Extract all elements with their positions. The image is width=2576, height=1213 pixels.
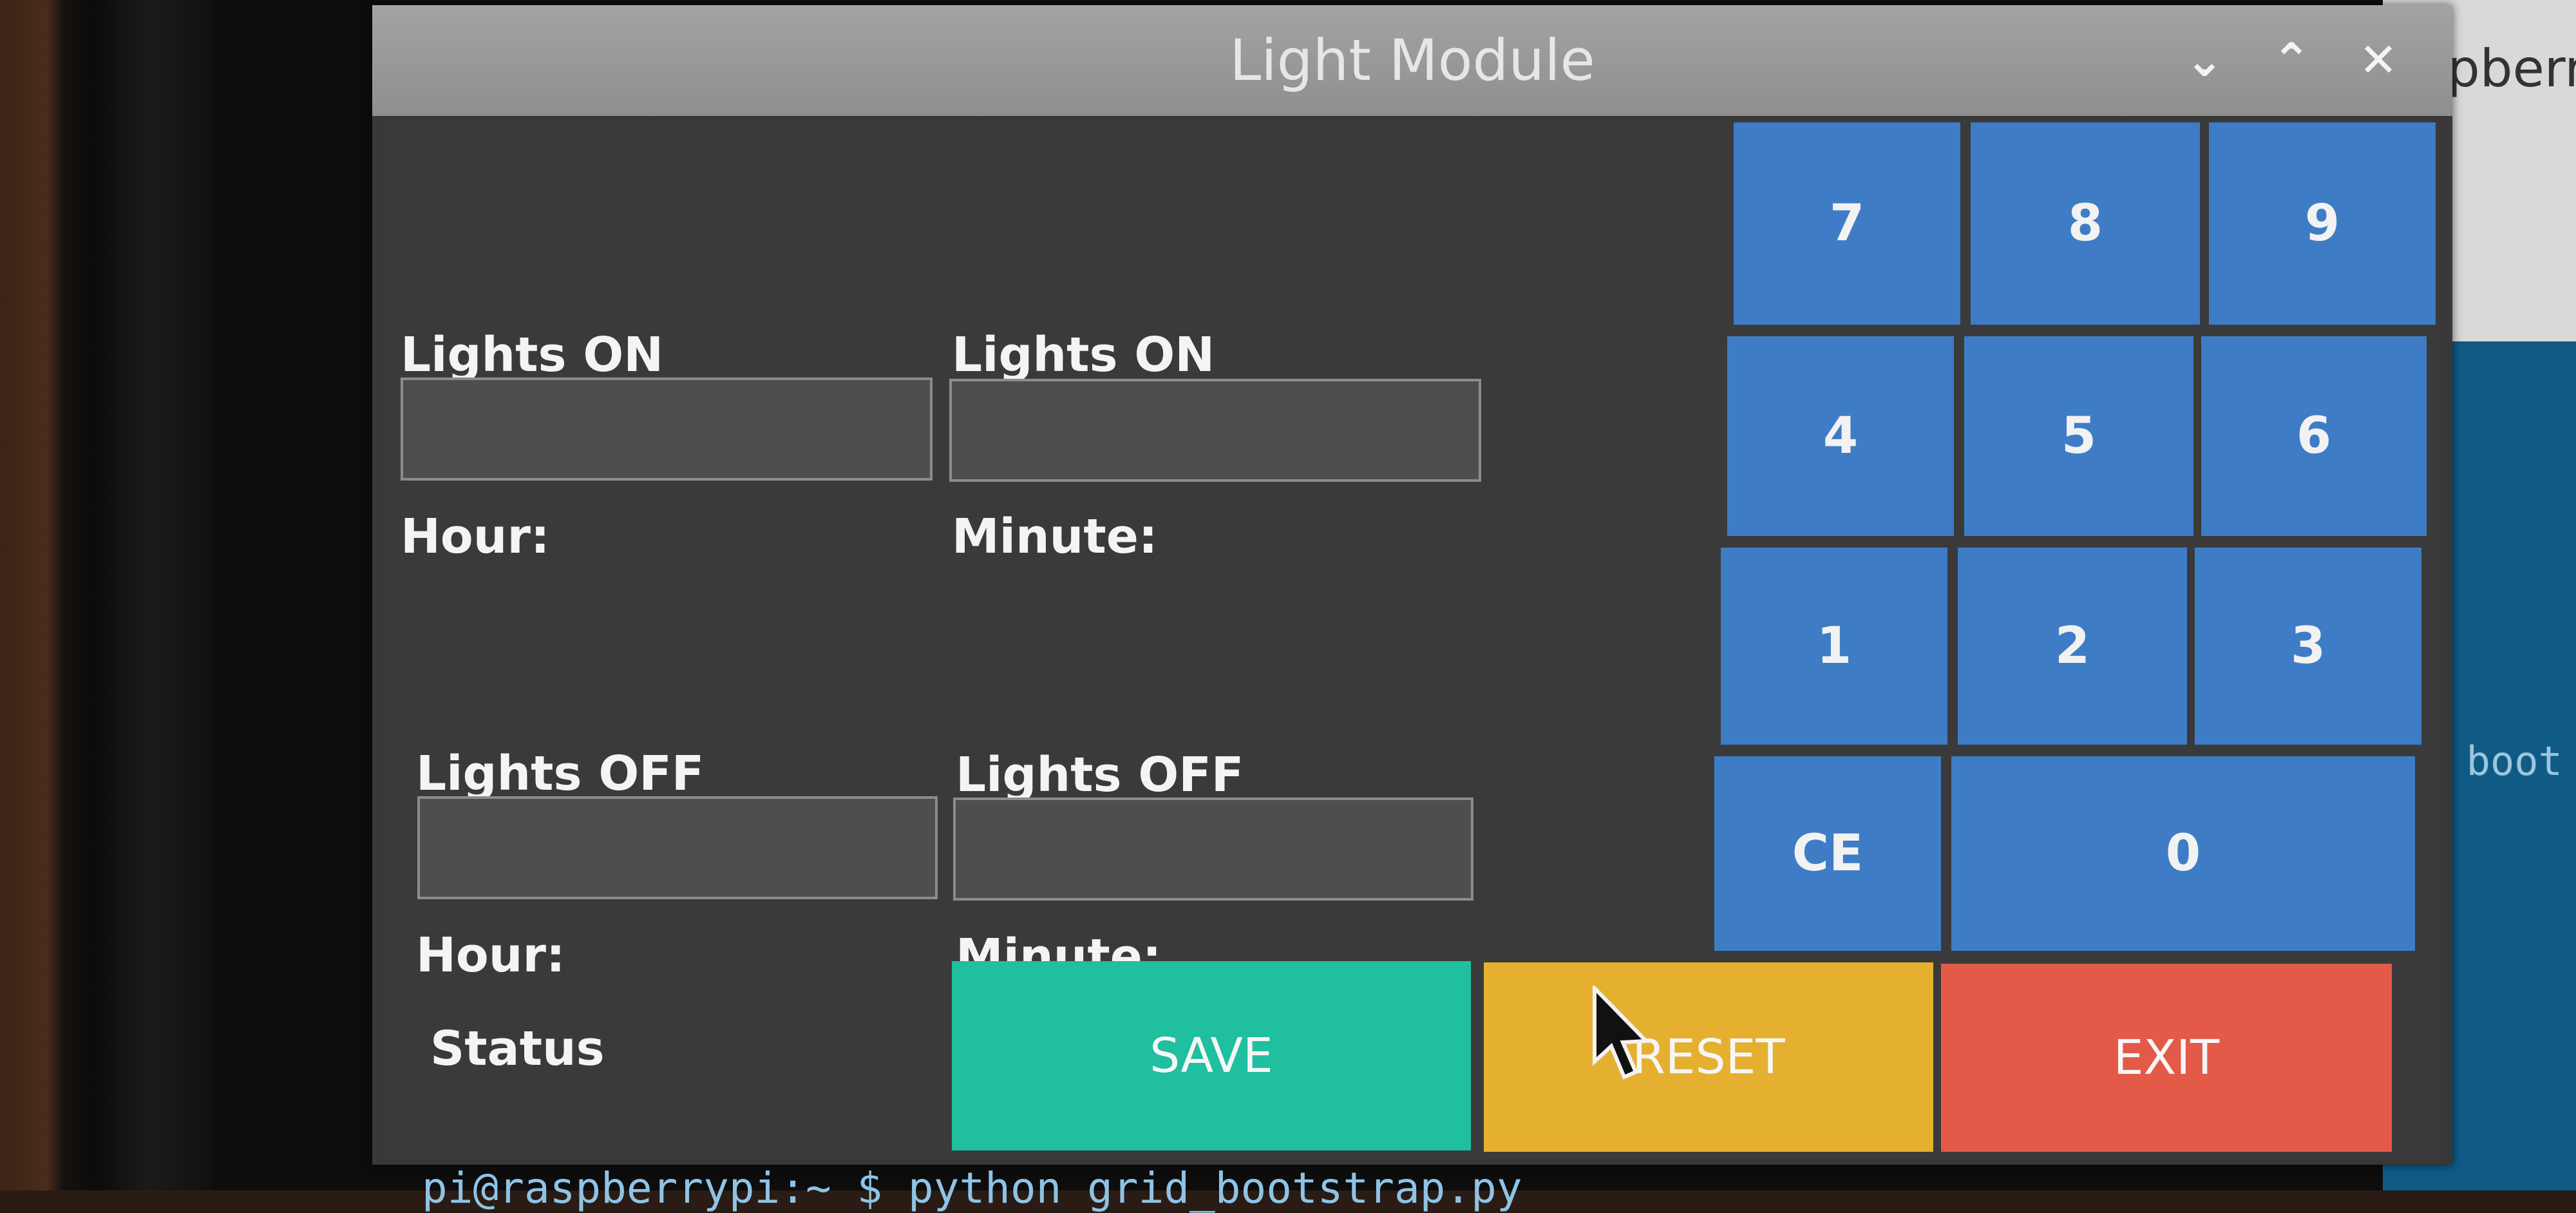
key-8-button[interactable]: 8 bbox=[1971, 122, 2200, 325]
lights-on-minute-label-line1: Lights ON bbox=[952, 327, 1215, 383]
light-module-window: Light Module ⌄ ⌃ ✕ Lights ON Hour: Light… bbox=[372, 5, 2452, 1165]
terminal-command-line: pi@raspberrypi:~ $ python grid_bootstrap… bbox=[422, 1163, 1522, 1213]
window-content: Lights ON Hour: Lights ON Minute: Lights… bbox=[385, 120, 2439, 1158]
key-0-button[interactable]: 0 bbox=[1951, 756, 2415, 951]
lights-off-hour-label-line2: Hour: bbox=[416, 928, 565, 983]
lights-on-minute-input[interactable] bbox=[949, 379, 1481, 482]
save-button[interactable]: SAVE bbox=[952, 961, 1471, 1151]
maximize-icon[interactable]: ⌃ bbox=[2262, 31, 2320, 89]
window-title: Light Module bbox=[1229, 27, 1595, 93]
lights-on-hour-input[interactable] bbox=[401, 377, 933, 481]
monitor-bezel bbox=[0, 0, 213, 1190]
lights-on-hour-label-line1: Lights ON bbox=[401, 327, 664, 383]
key-2-button[interactable]: 2 bbox=[1958, 548, 2187, 745]
reset-button[interactable]: RESET bbox=[1484, 962, 1933, 1152]
key-4-button[interactable]: 4 bbox=[1727, 336, 1954, 536]
key-6-button[interactable]: 6 bbox=[2201, 336, 2427, 536]
status-label: Status bbox=[430, 1021, 605, 1076]
lights-off-minute-label-line1: Lights OFF bbox=[956, 747, 1244, 803]
key-7-button[interactable]: 7 bbox=[1734, 122, 1960, 325]
title-bar[interactable]: Light Module ⌄ ⌃ ✕ bbox=[372, 5, 2452, 116]
lights-on-minute-label-line2: Minute: bbox=[952, 509, 1158, 564]
key-9-button[interactable]: 9 bbox=[2209, 122, 2436, 325]
key-1-button[interactable]: 1 bbox=[1721, 548, 1947, 745]
exit-button[interactable]: EXIT bbox=[1941, 964, 2392, 1152]
key-5-button[interactable]: 5 bbox=[1964, 336, 2193, 536]
background-window-title: pberr bbox=[2447, 39, 2576, 99]
minimize-icon[interactable]: ⌄ bbox=[2175, 31, 2233, 89]
key-3-button[interactable]: 3 bbox=[2195, 548, 2421, 745]
lights-off-minute-input[interactable] bbox=[953, 798, 1473, 901]
lights-on-hour-label-line2: Hour: bbox=[401, 509, 550, 564]
close-icon[interactable]: ✕ bbox=[2349, 31, 2407, 89]
mouse-pointer-icon bbox=[1593, 986, 1650, 1080]
key-ce-button[interactable]: CE bbox=[1714, 756, 1941, 951]
lights-off-hour-input[interactable] bbox=[417, 796, 938, 899]
lights-off-hour-label-line1: Lights OFF bbox=[416, 746, 705, 801]
